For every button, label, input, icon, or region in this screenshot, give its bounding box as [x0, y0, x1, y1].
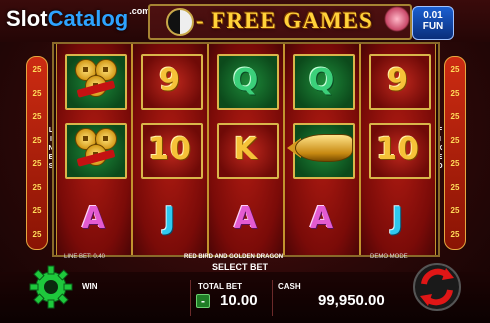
left-payline-number: 25 [32, 88, 42, 98]
symbol-ace: A [211, 185, 281, 251]
symbol-golden-fish-icon [287, 116, 357, 182]
left-payline-number: 25 [32, 159, 42, 168]
reel-2: 9 10 J [132, 44, 208, 255]
symbol-ten: 10 [363, 116, 433, 182]
win-label: WIN [82, 282, 98, 291]
demo-mode-text: DEMO MODE [370, 254, 408, 260]
reel-1: A [56, 44, 132, 255]
fun-mode-badge[interactable]: 0.01 FUN [412, 6, 454, 40]
divider-2 [272, 280, 273, 316]
left-payline-number: 25 [32, 229, 42, 239]
reel-3: QKA [208, 44, 284, 255]
total-bet-value: 10.00 [220, 292, 258, 309]
right-payline-number: 25 [450, 182, 460, 192]
left-payline-number: 25 [32, 65, 42, 74]
left-payline-number: 25 [32, 112, 42, 121]
symbol-text: 10 [148, 131, 192, 167]
fun-label: FUN [422, 21, 444, 32]
symbol-ace: A [287, 185, 357, 251]
symbol-text: J [391, 200, 405, 236]
settings-gear-icon[interactable] [26, 262, 76, 312]
symbol-text: A [81, 200, 107, 236]
free-games-title: - FREE GAMES [196, 8, 373, 33]
symbol-ten: 10 [135, 116, 205, 182]
left-payline-number: 25 [32, 135, 42, 145]
symbol-king: K [211, 116, 281, 182]
left-payline-number: 25 [32, 182, 42, 192]
cash-label: CASH [278, 282, 301, 291]
reel-4: QA [284, 44, 360, 255]
brand-logo: Slot Catalog .com [6, 6, 150, 36]
symbol-text: 10 [376, 131, 420, 167]
right-payline-number: 25 [450, 206, 460, 215]
bet-minus-button[interactable]: - [196, 294, 210, 308]
brand-catalog: Catalog [47, 6, 129, 31]
right-payline-number: 25 [450, 112, 460, 121]
spin-button[interactable] [412, 262, 462, 312]
fish-body [295, 134, 353, 162]
coins-icon [71, 57, 119, 101]
symbol-jack: J [135, 185, 205, 251]
game-name: RED BIRD AND GOLDEN DRAGON [184, 254, 284, 260]
symbol-queen: Q [287, 47, 357, 113]
divider-1 [190, 280, 191, 316]
symbol-text: Q [308, 62, 336, 98]
symbol-text: J [163, 200, 177, 236]
symbol-text: A [309, 200, 335, 236]
total-bet-label: TOTAL BET [198, 282, 242, 291]
right-payline-bar: 25 25 25 25 25 25 25 25 [444, 56, 466, 250]
left-payline-number: 25 [32, 206, 42, 215]
yin-yang-icon [166, 8, 194, 36]
brand-slot: Slot [6, 6, 48, 31]
symbol-nine: 9 [135, 47, 205, 113]
symbol-coins-icon [59, 47, 129, 113]
left-payline-bar: 25 25 25 25 25 25 25 25 [26, 56, 48, 250]
symbol-text: Q [232, 62, 260, 98]
symbol-jack: J [363, 185, 433, 251]
symbol-coins-icon [59, 116, 129, 182]
right-payline-number: 25 [450, 229, 460, 239]
right-payline-number: 25 [450, 88, 460, 98]
header-bar: Slot Catalog .com - FREE GAMES 0.01 FUN [0, 0, 490, 42]
reel-5: 9 10 J [360, 44, 436, 255]
blossom-icon [384, 6, 410, 32]
symbol-text: K [233, 131, 259, 167]
symbol-ace: A [59, 185, 129, 251]
coins-icon [71, 126, 119, 170]
select-bet-label: SELECT BET [212, 262, 269, 272]
fun-value: 0.01 [423, 10, 443, 21]
right-payline-number: 25 [450, 135, 460, 145]
right-payline-number: 25 [450, 65, 460, 74]
symbol-text: 9 [387, 62, 409, 98]
right-payline-number: 25 [450, 159, 460, 168]
symbol-queen: Q [211, 47, 281, 113]
symbol-text: A [233, 200, 259, 236]
cash-value: 99,950.00 [318, 292, 385, 309]
line-bet-text: LINE BET: 0.40 [64, 254, 106, 260]
symbol-text: 9 [159, 62, 181, 98]
reel-area: A 9 10 J Q K A Q A 9 10 J [52, 42, 440, 257]
symbol-nine: 9 [363, 47, 433, 113]
